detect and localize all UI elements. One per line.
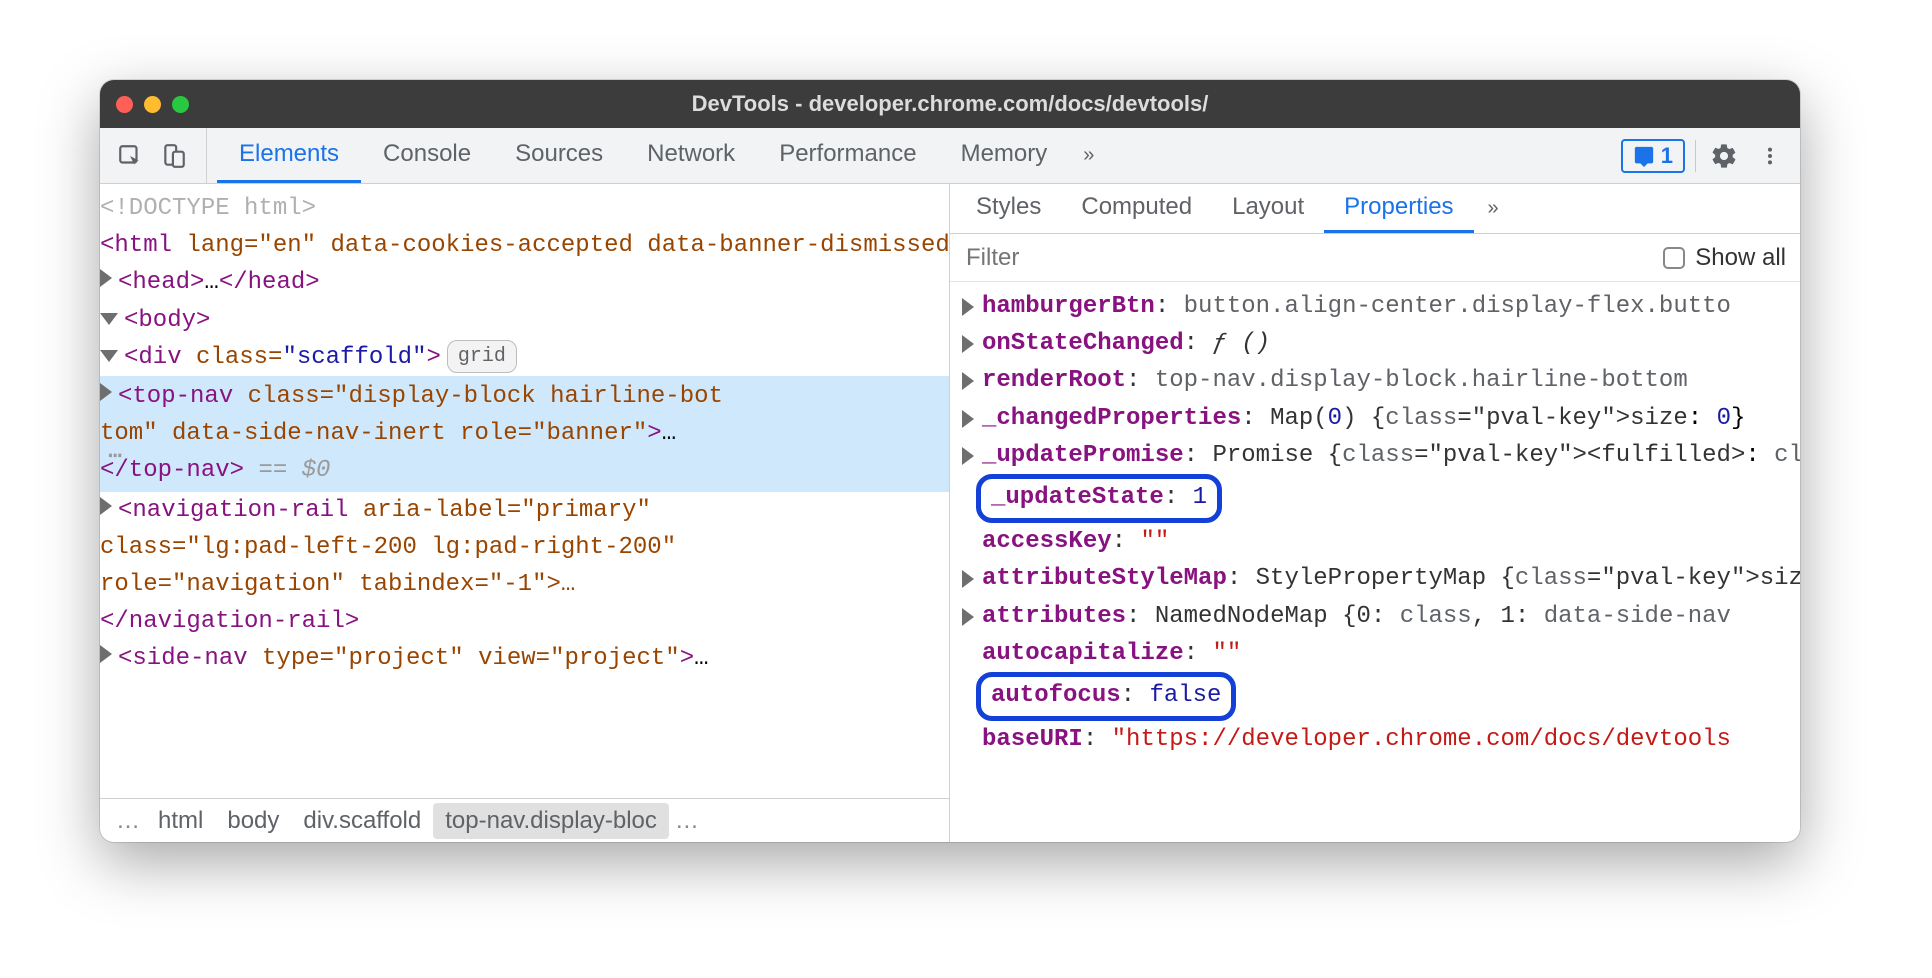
tab-elements[interactable]: Elements xyxy=(217,128,361,183)
sidebar-tabs-overflow-icon[interactable]: » xyxy=(1474,197,1513,220)
property-body: baseURI: "https://developer.chrome.com/d… xyxy=(982,721,1731,758)
tab-memory[interactable]: Memory xyxy=(939,128,1070,183)
dom-navigation-rail[interactable]: <navigation-rail aria-label="primary" xyxy=(100,492,949,529)
property-body: renderRoot: top-nav.display-block.hairli… xyxy=(982,362,1688,399)
property-body: autofocus: false xyxy=(982,672,1236,721)
dom-navigation-rail-l2[interactable]: class="lg:pad-left-200 lg:pad-right-200" xyxy=(100,529,949,566)
disclosure-triangle-icon[interactable] xyxy=(100,645,112,663)
window-title: DevTools - developer.chrome.com/docs/dev… xyxy=(100,91,1800,117)
disclosure-triangle-icon[interactable] xyxy=(100,497,112,515)
property-row[interactable]: hamburgerBtn: button.align-center.displa… xyxy=(962,288,1800,325)
property-row[interactable]: onStateChanged: ƒ () xyxy=(962,325,1800,362)
breadcrumb-body[interactable]: body xyxy=(215,803,291,839)
traffic-lights xyxy=(116,96,189,113)
disclosure-triangle-icon[interactable] xyxy=(962,608,974,626)
property-body: onStateChanged: ƒ () xyxy=(982,325,1270,362)
show-all-checkbox[interactable] xyxy=(1663,247,1685,269)
devtools-window: DevTools - developer.chrome.com/docs/dev… xyxy=(100,80,1800,842)
property-row[interactable]: attributeStyleMap: StylePropertyMap {cla… xyxy=(962,560,1800,597)
dom-pane: ⋯ <!DOCTYPE html> <html lang="en" data-c… xyxy=(100,184,950,842)
dom-html-open[interactable]: <html lang="en" data-cookies-accepted da… xyxy=(100,227,949,264)
property-body: accessKey: "" xyxy=(982,523,1169,560)
tabs-overflow-icon[interactable]: » xyxy=(1069,144,1108,167)
maximize-window-button[interactable] xyxy=(172,96,189,113)
property-row[interactable]: _updatePromise: Promise {class="pval-key… xyxy=(962,437,1800,474)
property-row[interactable]: renderRoot: top-nav.display-block.hairli… xyxy=(962,362,1800,399)
disclosure-triangle-icon[interactable] xyxy=(100,269,112,287)
kebab-menu-icon[interactable] xyxy=(1752,138,1788,174)
property-body: hamburgerBtn: button.align-center.displa… xyxy=(982,288,1731,325)
tab-sources[interactable]: Sources xyxy=(493,128,625,183)
disclosure-triangle-icon[interactable] xyxy=(962,372,974,390)
disclosure-triangle-icon[interactable] xyxy=(962,410,974,428)
main-toolbar: Elements Console Sources Network Perform… xyxy=(100,128,1800,184)
tab-console[interactable]: Console xyxy=(361,128,493,183)
disclosure-triangle-icon[interactable] xyxy=(962,570,974,588)
disclosure-triangle-icon[interactable] xyxy=(962,447,974,465)
disclosure-triangle-icon[interactable] xyxy=(962,335,974,353)
panel-tabs: Elements Console Sources Network Perform… xyxy=(217,128,1108,183)
dom-tree[interactable]: ⋯ <!DOCTYPE html> <html lang="en" data-c… xyxy=(100,184,949,798)
properties-list[interactable]: hamburgerBtn: button.align-center.displa… xyxy=(950,282,1800,842)
toolbar-inspect-group xyxy=(112,128,207,183)
property-body: _changedProperties: Map(0) {class="pval-… xyxy=(982,400,1745,437)
properties-filter-row: Show all xyxy=(950,234,1800,282)
breadcrumb-overflow-right[interactable]: … xyxy=(669,807,705,835)
dom-navigation-rail-close[interactable]: </navigation-rail> xyxy=(100,603,949,640)
property-body: attributeStyleMap: StylePropertyMap {cla… xyxy=(982,560,1800,597)
show-all-label: Show all xyxy=(1695,244,1786,272)
property-row[interactable]: autofocus: false xyxy=(962,672,1800,721)
dom-head[interactable]: <head>…</head> xyxy=(100,264,949,301)
subtab-computed[interactable]: Computed xyxy=(1061,184,1212,233)
window-titlebar: DevTools - developer.chrome.com/docs/dev… xyxy=(100,80,1800,128)
disclosure-triangle-icon[interactable] xyxy=(100,313,118,325)
sidebar-tabs: Styles Computed Layout Properties » xyxy=(950,184,1800,234)
property-body: _updateState: 1 xyxy=(982,474,1222,523)
property-row[interactable]: _changedProperties: Map(0) {class="pval-… xyxy=(962,400,1800,437)
selected-element-token: == $0 xyxy=(258,457,330,484)
breadcrumb-selected[interactable]: top-nav.display-bloc xyxy=(433,803,669,839)
property-body: autocapitalize: "" xyxy=(982,635,1241,672)
subtab-layout[interactable]: Layout xyxy=(1212,184,1324,233)
settings-icon[interactable] xyxy=(1706,138,1742,174)
sidebar-pane: Styles Computed Layout Properties » Show… xyxy=(950,184,1800,842)
issues-button[interactable]: 1 xyxy=(1621,139,1685,173)
disclosure-triangle-icon[interactable] xyxy=(100,383,112,401)
breadcrumb-html[interactable]: html xyxy=(146,803,215,839)
dom-selected-element[interactable]: <top-nav class="display-block hairline-b… xyxy=(100,376,949,492)
grid-badge[interactable]: grid xyxy=(447,340,517,373)
dom-body-open[interactable]: <body> xyxy=(100,302,949,339)
property-body: attributes: NamedNodeMap {0: class, 1: d… xyxy=(982,598,1731,635)
disclosure-triangle-icon[interactable] xyxy=(100,350,118,362)
minimize-window-button[interactable] xyxy=(144,96,161,113)
tab-network[interactable]: Network xyxy=(625,128,757,183)
property-row[interactable]: attributes: NamedNodeMap {0: class, 1: d… xyxy=(962,598,1800,635)
subtab-styles[interactable]: Styles xyxy=(956,184,1061,233)
issues-icon xyxy=(1633,145,1655,167)
dom-navigation-rail-l3[interactable]: role="navigation" tabindex="-1">… xyxy=(100,566,949,603)
subtab-properties[interactable]: Properties xyxy=(1324,184,1473,233)
gutter-ellipsis-icon: ⋯ xyxy=(108,439,124,476)
close-window-button[interactable] xyxy=(116,96,133,113)
property-row[interactable]: _updateState: 1 xyxy=(962,474,1800,523)
property-row[interactable]: baseURI: "https://developer.chrome.com/d… xyxy=(962,721,1800,758)
toolbar-divider xyxy=(1695,140,1696,172)
disclosure-triangle-icon[interactable] xyxy=(962,298,974,316)
dom-doctype[interactable]: <!DOCTYPE html> xyxy=(100,190,949,227)
dom-breadcrumb: … html body div.scaffold top-nav.display… xyxy=(100,798,949,842)
property-row[interactable]: autocapitalize: "" xyxy=(962,635,1800,672)
property-body: _updatePromise: Promise {class="pval-key… xyxy=(982,437,1800,474)
properties-filter-input[interactable] xyxy=(964,243,1653,273)
breadcrumb-overflow-left[interactable]: … xyxy=(110,807,146,835)
property-row[interactable]: accessKey: "" xyxy=(962,523,1800,560)
panel-body: ⋯ <!DOCTYPE html> <html lang="en" data-c… xyxy=(100,184,1800,842)
inspect-element-icon[interactable] xyxy=(112,138,148,174)
dom-div-scaffold[interactable]: <div class="scaffold">grid xyxy=(100,339,949,376)
dom-side-nav[interactable]: <side-nav type="project" view="project">… xyxy=(100,640,949,677)
device-toolbar-icon[interactable] xyxy=(156,138,192,174)
issues-count: 1 xyxy=(1661,143,1673,169)
toolbar-right: 1 xyxy=(1621,128,1788,183)
tab-performance[interactable]: Performance xyxy=(757,128,938,183)
breadcrumb-div-scaffold[interactable]: div.scaffold xyxy=(291,803,433,839)
